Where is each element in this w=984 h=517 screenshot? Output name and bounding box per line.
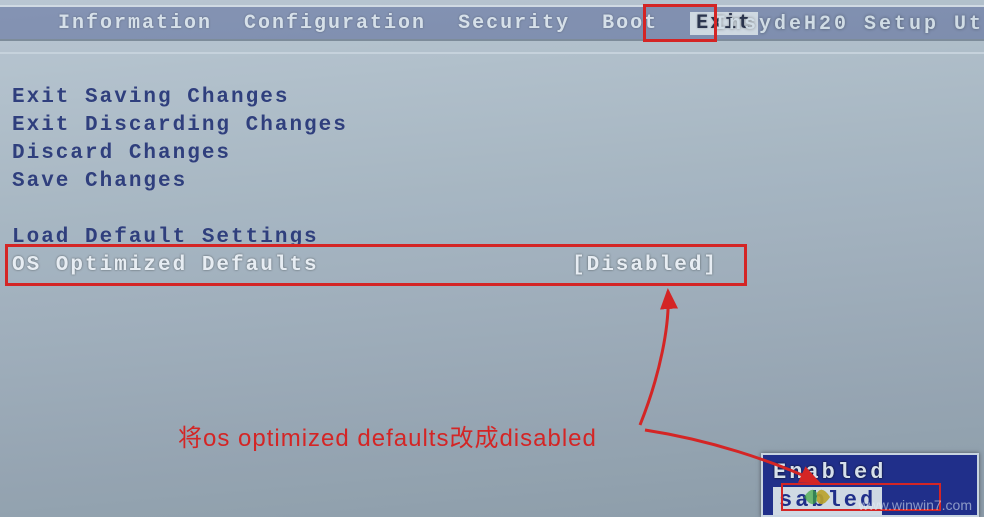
- menu: Information Configuration Security Boot …: [58, 12, 758, 35]
- load-default-settings[interactable]: Load Default Settings: [12, 224, 984, 252]
- os-optimized-defaults[interactable]: OS Optimized Defaults [Disabled]: [12, 252, 984, 280]
- os-optimized-defaults-label: OS Optimized Defaults: [12, 252, 572, 280]
- exit-saving-changes[interactable]: Exit Saving Changes: [12, 84, 984, 112]
- option-enabled[interactable]: Enabled: [773, 459, 967, 487]
- load-default-settings-label: Load Default Settings: [12, 224, 572, 252]
- menu-item-boot[interactable]: Boot: [602, 12, 658, 35]
- utility-title: InsydeH20 Setup Ut: [714, 13, 984, 36]
- menu-item-security[interactable]: Security: [458, 12, 570, 35]
- exit-discarding-changes[interactable]: Exit Discarding Changes: [12, 112, 984, 140]
- save-changes[interactable]: Save Changes: [12, 168, 984, 196]
- annotation-text: 将os optimized defaults改成disabled: [178, 418, 597, 453]
- option-popup: Enabled sabled: [761, 453, 979, 517]
- menu-item-information[interactable]: Information: [58, 12, 212, 35]
- menu-bar: Information Configuration Security Boot …: [0, 5, 984, 41]
- menu-item-configuration[interactable]: Configuration: [244, 12, 426, 35]
- option-disabled[interactable]: sabled: [773, 487, 882, 515]
- discard-changes[interactable]: Discard Changes: [12, 140, 984, 168]
- bios-screen: Information Configuration Security Boot …: [0, 0, 984, 517]
- os-optimized-defaults-value: [Disabled]: [572, 252, 718, 280]
